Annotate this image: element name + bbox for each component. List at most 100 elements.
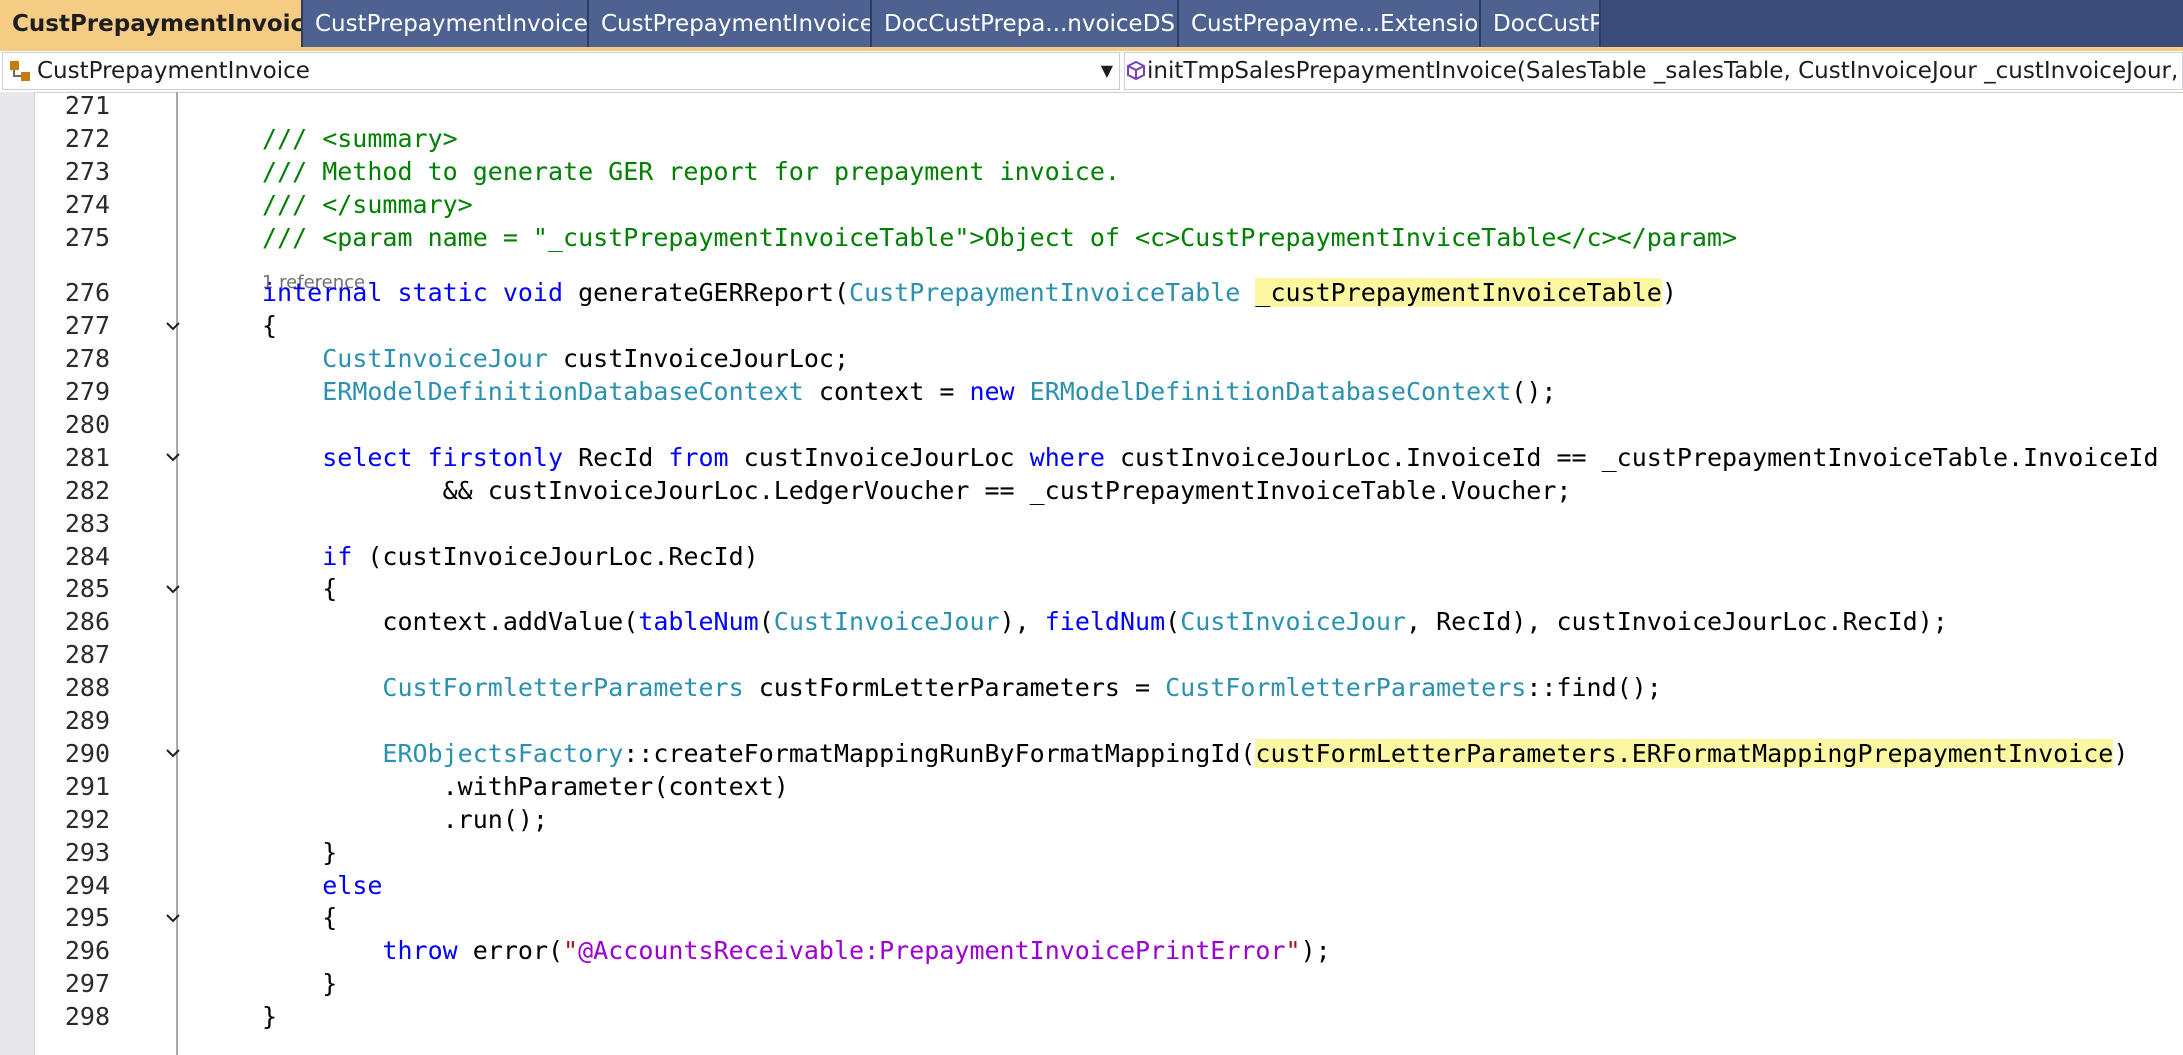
code-token: context.addValue(	[262, 607, 639, 637]
tab-label: CustPrepaymentInvoice.xpp	[315, 10, 588, 37]
code-text: {	[262, 309, 277, 342]
tab-2[interactable]: CustPrepaymentInvoice.xpp	[303, 0, 589, 47]
tab-label: CustPrepayme...Extension_DR	[1191, 10, 1479, 37]
type-dropdown[interactable]: CustPrepaymentInvoice ▼	[2, 52, 1120, 90]
line-number: 294	[64, 870, 110, 900]
chevron-down-icon[interactable]: ▼	[1101, 61, 1113, 80]
line-number: 277	[64, 311, 110, 341]
code-line[interactable]: 295 {	[0, 901, 2183, 934]
code-token: if	[322, 541, 353, 571]
collapse-chevron-icon[interactable]	[158, 737, 188, 770]
code-line[interactable]: 279 ERModelDefinitionDatabaseContext con…	[0, 375, 2183, 408]
type-dropdown-value: CustPrepaymentInvoice	[37, 58, 310, 84]
line-number: 289	[64, 706, 110, 736]
code-line[interactable]: 286 context.addValue(tableNum(CustInvoic…	[0, 605, 2183, 638]
collapse-chevron-icon[interactable]	[158, 901, 188, 934]
line-number: 283	[64, 508, 110, 538]
code-line[interactable]: 278 CustInvoiceJour custInvoiceJourLoc;	[0, 342, 2183, 375]
code-line[interactable]: 292 .run();	[0, 803, 2183, 836]
tab-label: DocCustPrepa...nvoiceDSP.xpp	[884, 10, 1177, 37]
code-line[interactable]: 291 .withParameter(context)	[0, 770, 2183, 803]
code-line[interactable]: 271	[0, 92, 2183, 122]
code-line[interactable]: 281 select firstonly RecId from custInvo…	[0, 441, 2183, 474]
code-token: CustInvoiceJour	[322, 344, 548, 374]
code-line[interactable]: 280	[0, 408, 2183, 441]
collapse-chevron-icon[interactable]	[158, 572, 188, 605]
highlighted-reference: custFormLetterParameters.ERFormatMapping…	[1255, 738, 2114, 768]
member-dropdown[interactable]: initTmpSalesPrepaymentInvoice(SalesTable…	[1124, 52, 2183, 90]
code-line[interactable]: 276 internal static void generateGERRepor…	[0, 276, 2183, 309]
member-dropdown-value: initTmpSalesPrepaymentInvoice(SalesTable…	[1147, 58, 2183, 84]
tab-6[interactable]: DocCustPre	[1481, 0, 1601, 47]
code-line[interactable]: 294 else	[0, 869, 2183, 902]
tab-3[interactable]: CustPrepaymentInvoice.xml	[589, 0, 872, 47]
code-text: {	[262, 572, 337, 605]
code-token: throw	[382, 936, 458, 966]
code-token: }	[262, 969, 338, 999]
code-line[interactable]: 288 CustFormletterParameters custFormLet…	[0, 671, 2183, 704]
code-token: {	[262, 574, 338, 604]
code-text: /// </summary>	[262, 188, 473, 221]
code-text: if (custInvoiceJourLoc.RecId)	[262, 540, 759, 573]
line-number: 298	[64, 1002, 110, 1032]
code-text: CustInvoiceJour custInvoiceJourLoc;	[262, 342, 849, 375]
tab-label: DocCustPre	[1493, 10, 1599, 37]
collapse-chevron-icon[interactable]	[158, 309, 188, 342]
code-token: select firstonly	[322, 442, 564, 472]
code-text: .withParameter(context)	[262, 770, 789, 803]
code-editor[interactable]: 271 272 /// <summary> 273 /// Method to gene…	[0, 92, 2183, 1055]
code-text: {	[262, 901, 337, 934]
code-line[interactable]: 282 && custInvoiceJourLoc.LedgerVoucher …	[0, 474, 2183, 507]
code-token: ERObjectsFactory	[382, 738, 624, 768]
code-line[interactable]: 289	[0, 704, 2183, 737]
code-text: && custInvoiceJourLoc.LedgerVoucher == _…	[262, 474, 1572, 507]
code-line[interactable]: 293 }	[0, 836, 2183, 869]
code-text: }	[262, 967, 337, 1000]
code-line[interactable]: 275 /// <param name = "_custPrepaymentInv…	[0, 221, 2183, 254]
code-line[interactable]: 296 throw error("@AccountsReceivable:Pre…	[0, 934, 2183, 967]
code-line[interactable]: 290 ERObjectsFactory::createFormatMappin…	[0, 737, 2183, 770]
code-token: }	[262, 1002, 278, 1032]
code-token: CustPrepaymentInvoiceTable	[849, 278, 1241, 308]
code-text: throw error("@AccountsReceivable:Prepaym…	[262, 934, 1330, 967]
code-token: new	[969, 377, 1015, 407]
code-token: RecId	[563, 442, 669, 472]
code-line[interactable]: 287	[0, 638, 2183, 671]
line-number: 273	[64, 156, 110, 186]
code-text: context.addValue(tableNum(CustInvoiceJou…	[262, 605, 1947, 638]
code-line[interactable]: 277 {	[0, 309, 2183, 342]
tab-4[interactable]: DocCustPrepa...nvoiceDSP.xpp	[872, 0, 1179, 47]
line-number: 275	[64, 222, 110, 252]
code-line[interactable]: 283	[0, 507, 2183, 540]
code-token: ::find();	[1526, 673, 1662, 703]
line-number: 281	[64, 442, 110, 472]
code-line[interactable]: 297 }	[0, 967, 2183, 1000]
tab-5[interactable]: CustPrepayme...Extension_DR	[1179, 0, 1481, 47]
code-token: CustInvoiceJour	[773, 607, 1000, 637]
code-token: /// <summary>	[262, 123, 458, 153]
collapse-chevron-icon[interactable]	[158, 441, 188, 474]
code-text: ERObjectsFactory::createFormatMappingRun…	[262, 737, 2128, 770]
code-line[interactable]: 284 if (custInvoiceJourLoc.RecId)	[0, 540, 2183, 573]
method-cube-icon	[1125, 60, 1147, 82]
code-line[interactable]: 298}	[0, 1000, 2183, 1033]
code-text: select firstonly RecId from custInvoiceJ…	[262, 441, 2158, 474]
code-token: where	[1029, 442, 1105, 472]
code-token: ::createFormatMappingRunByFormatMappingI…	[623, 738, 1256, 768]
code-line[interactable]: 285 {	[0, 572, 2183, 605]
code-line[interactable]: 273 /// Method to generate GER report for…	[0, 155, 2183, 188]
code-line[interactable]: 274 /// </summary>	[0, 188, 2183, 221]
code-token: "	[563, 936, 579, 966]
code-text: /// <summary>	[262, 122, 458, 155]
code-token: fieldNum	[1044, 607, 1166, 637]
code-line[interactable]: 272 /// <summary>	[0, 122, 2183, 155]
tab-1[interactable]: CustPrepaymentInvoice.xpp⊸✕	[0, 0, 303, 47]
code-token: {	[262, 311, 278, 341]
code-token: @AccountsReceivable:PrepaymentInvoicePri…	[578, 936, 1286, 966]
